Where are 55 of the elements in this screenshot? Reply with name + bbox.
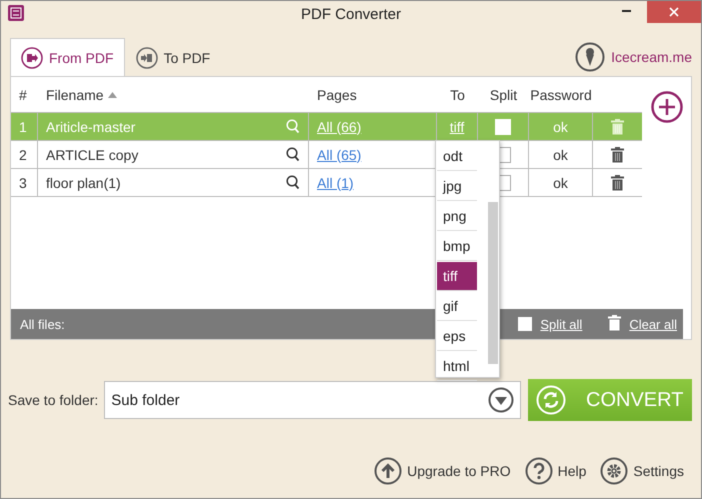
filename-cell-text: floor plan(1) — [46, 174, 122, 190]
refresh-icon — [536, 385, 566, 415]
sort-ascending-icon — [108, 92, 117, 98]
help-icon — [524, 457, 553, 485]
window-title: PDF Converter — [300, 6, 402, 22]
pages-link[interactable]: All (1) — [317, 174, 354, 190]
column-header: # — [19, 87, 27, 103]
settings-link[interactable]: Settings — [600, 457, 684, 485]
search-icon[interactable] — [286, 147, 300, 162]
from-pdf-icon — [21, 47, 43, 69]
save-folder-label: Save to folder: — [8, 392, 98, 408]
all-files-label: All files: — [20, 316, 66, 332]
settings-icon — [600, 457, 628, 485]
clear-all-link[interactable]: Clear all — [629, 316, 677, 332]
format-option[interactable]: bmp — [437, 232, 477, 261]
close-button[interactable] — [647, 1, 701, 23]
row-number: 2 — [19, 146, 27, 162]
split-all-checkbox[interactable] — [518, 317, 532, 331]
column-header[interactable]: Filename — [46, 87, 104, 103]
ice-cream-icon — [575, 42, 606, 72]
split-all-link[interactable]: Split all — [540, 316, 582, 332]
upgrade-link[interactable]: Upgrade to PRO — [374, 457, 511, 485]
close-icon — [669, 7, 679, 17]
column-header: Pages — [317, 87, 357, 103]
add-file-icon[interactable] — [650, 91, 682, 123]
format-option[interactable]: gif — [437, 292, 477, 321]
clear-all-icon[interactable] — [608, 314, 622, 330]
format-option[interactable]: tiff — [437, 262, 477, 291]
format-option[interactable]: jpg — [437, 172, 477, 201]
help-link[interactable]: Help — [524, 457, 586, 485]
to-pdf-icon — [136, 46, 158, 68]
search-icon[interactable] — [286, 175, 300, 190]
format-option[interactable]: odt — [437, 142, 477, 171]
pages-link[interactable]: All (65) — [317, 146, 362, 162]
password-cell: ok — [553, 146, 568, 162]
format-option[interactable]: eps — [437, 322, 477, 351]
delete-icon[interactable] — [611, 174, 624, 190]
tab[interactable]: To PDF — [124, 38, 222, 76]
folder-select[interactable]: Sub folder — [104, 381, 521, 419]
password-cell: ok — [553, 174, 568, 190]
row-number: 1 — [19, 118, 27, 134]
filename-cell-text: ARTICLE copy — [46, 146, 140, 162]
scrollbar-thumb[interactable] — [488, 202, 498, 364]
tab[interactable]: From PDF — [10, 38, 125, 77]
delete-icon[interactable] — [611, 146, 624, 162]
format-option[interactable]: png — [437, 202, 477, 231]
row-number: 3 — [19, 174, 27, 190]
column-header: Password — [530, 87, 592, 103]
website-link[interactable]: Icecream.me — [611, 49, 692, 65]
column-header: Split — [490, 87, 518, 103]
password-cell: ok — [553, 118, 568, 134]
column-header: To — [450, 87, 465, 103]
app-logo-icon — [8, 5, 24, 21]
filename-cell-text: Ariticle-master — [46, 118, 136, 134]
arrow-up-icon — [374, 457, 402, 485]
